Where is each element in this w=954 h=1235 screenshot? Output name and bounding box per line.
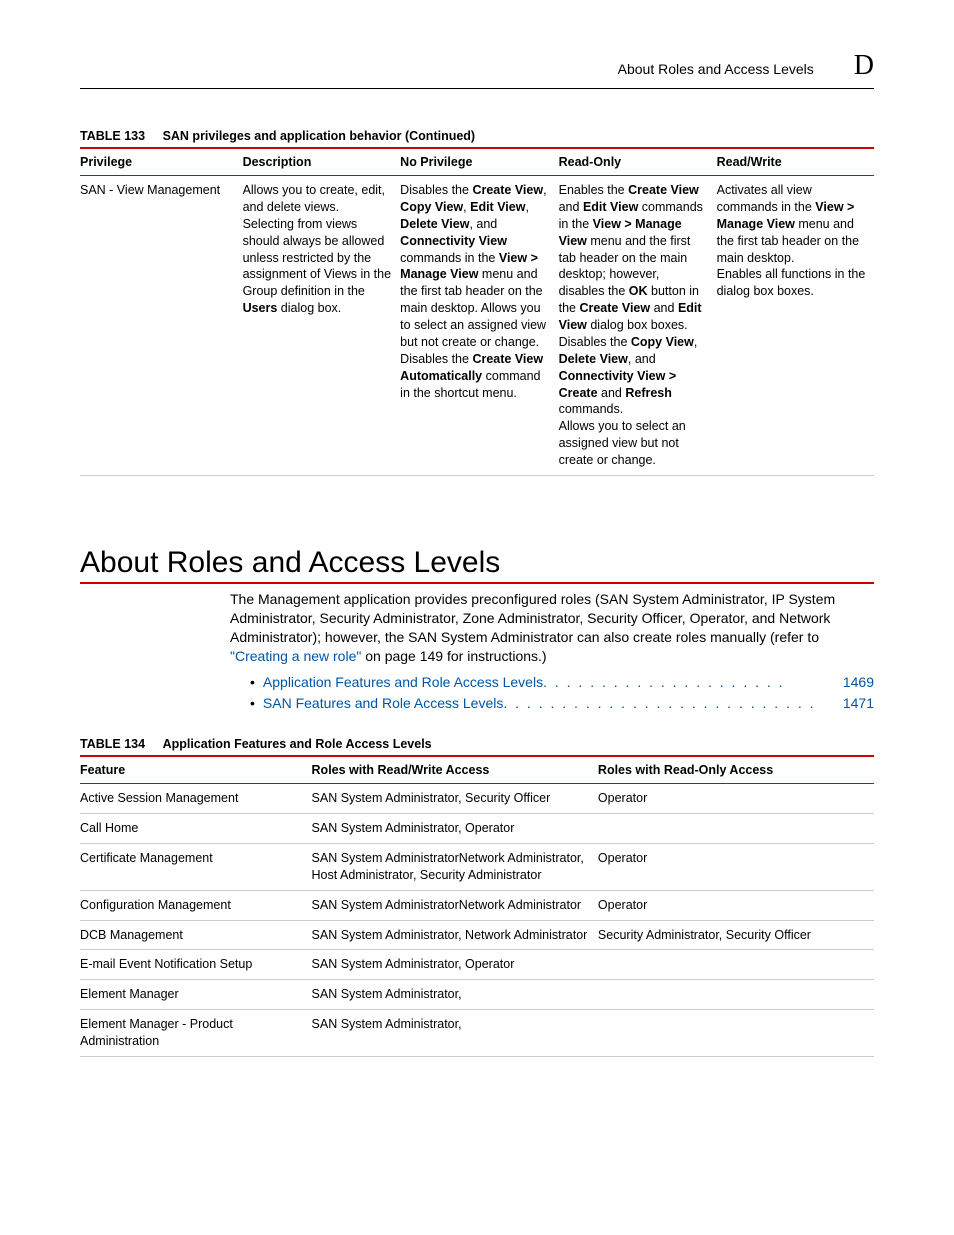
table133: Privilege Description No Privilege Read-… bbox=[80, 147, 874, 476]
toc-item: • SAN Features and Role Access Levels . … bbox=[250, 694, 874, 713]
cell-readonly: Enables the Create View and Edit View co… bbox=[559, 176, 717, 476]
table134-label: TABLE 134 bbox=[80, 737, 145, 751]
cell-rw: SAN System Administrator, Operator bbox=[312, 950, 598, 980]
th-noprivilege: No Privilege bbox=[400, 148, 558, 176]
header-chapter-letter: D bbox=[854, 50, 874, 82]
cell-rw: SAN System AdministratorNetwork Administ… bbox=[312, 843, 598, 890]
table-row: Active Session ManagementSAN System Admi… bbox=[80, 784, 874, 814]
cell-rw: SAN System Administrator, Operator bbox=[312, 814, 598, 844]
cell-feature: E-mail Event Notification Setup bbox=[80, 950, 312, 980]
cell-feature: Call Home bbox=[80, 814, 312, 844]
th-readonly: Read-Only bbox=[559, 148, 717, 176]
cell-ro: Operator bbox=[598, 784, 874, 814]
toc-page[interactable]: 1469 bbox=[824, 673, 874, 692]
cell-rw: SAN System Administrator, Security Offic… bbox=[312, 784, 598, 814]
section-heading: About Roles and Access Levels bbox=[80, 546, 874, 584]
th-privilege: Privilege bbox=[80, 148, 243, 176]
table134: Feature Roles with Read/Write Access Rol… bbox=[80, 755, 874, 1057]
th-readwrite: Read/Write bbox=[717, 148, 874, 176]
cell-readwrite: Activates all view commands in the View … bbox=[717, 176, 874, 476]
table-row: Element Manager - Product Administration… bbox=[80, 1010, 874, 1057]
cell-rw: SAN System Administrator, bbox=[312, 1010, 598, 1057]
cell-ro bbox=[598, 950, 874, 980]
bullet-icon: • bbox=[250, 673, 255, 692]
toc-page[interactable]: 1471 bbox=[824, 694, 874, 713]
table-row: DCB ManagementSAN System Administrator, … bbox=[80, 920, 874, 950]
cell-ro: Operator bbox=[598, 890, 874, 920]
link-creating-new-role[interactable]: "Creating a new role" bbox=[230, 648, 361, 664]
table134-title: Application Features and Role Access Lev… bbox=[163, 737, 432, 751]
cell-privilege: SAN - View Management bbox=[80, 176, 243, 476]
toc-link[interactable]: SAN Features and Role Access Levels bbox=[263, 694, 503, 713]
cell-ro bbox=[598, 814, 874, 844]
toc-link[interactable]: Application Features and Role Access Lev… bbox=[263, 673, 543, 692]
cell-noprivilege: Disables the Create View, Copy View, Edi… bbox=[400, 176, 558, 476]
table133-caption: TABLE 133 SAN privileges and application… bbox=[80, 129, 874, 143]
cell-ro bbox=[598, 980, 874, 1010]
table-row: Certificate ManagementSAN System Adminis… bbox=[80, 843, 874, 890]
cell-feature: Configuration Management bbox=[80, 890, 312, 920]
cell-ro bbox=[598, 1010, 874, 1057]
cell-rw: SAN System AdministratorNetwork Administ… bbox=[312, 890, 598, 920]
section-body: The Management application provides prec… bbox=[230, 590, 874, 713]
table-row: E-mail Event Notification SetupSAN Syste… bbox=[80, 950, 874, 980]
cell-ro: Operator bbox=[598, 843, 874, 890]
toc-item: • Application Features and Role Access L… bbox=[250, 673, 874, 692]
th-rw: Roles with Read/Write Access bbox=[312, 756, 598, 784]
table-row: Configuration ManagementSAN System Admin… bbox=[80, 890, 874, 920]
th-description: Description bbox=[243, 148, 401, 176]
table-row: Call HomeSAN System Administrator, Opera… bbox=[80, 814, 874, 844]
table133-title: SAN privileges and application behavior … bbox=[163, 129, 476, 143]
header-rule bbox=[80, 88, 874, 89]
cell-feature: Certificate Management bbox=[80, 843, 312, 890]
cell-ro: Security Administrator, Security Officer bbox=[598, 920, 874, 950]
cell-rw: SAN System Administrator, bbox=[312, 980, 598, 1010]
table133-label: TABLE 133 bbox=[80, 129, 145, 143]
cell-description: Allows you to create, edit, and delete v… bbox=[243, 176, 401, 476]
table-row: Element ManagerSAN System Administrator, bbox=[80, 980, 874, 1010]
header-title: About Roles and Access Levels bbox=[618, 61, 814, 77]
cell-rw: SAN System Administrator, Network Admini… bbox=[312, 920, 598, 950]
cell-feature: Element Manager bbox=[80, 980, 312, 1010]
cell-feature: DCB Management bbox=[80, 920, 312, 950]
toc-list: • Application Features and Role Access L… bbox=[250, 673, 874, 713]
table134-caption: TABLE 134 Application Features and Role … bbox=[80, 737, 874, 751]
th-ro: Roles with Read-Only Access bbox=[598, 756, 874, 784]
page-header: About Roles and Access Levels D bbox=[80, 50, 874, 82]
bullet-icon: • bbox=[250, 694, 255, 713]
cell-feature: Active Session Management bbox=[80, 784, 312, 814]
th-feature: Feature bbox=[80, 756, 312, 784]
cell-feature: Element Manager - Product Administration bbox=[80, 1010, 312, 1057]
table133-row: SAN - View Management Allows you to crea… bbox=[80, 176, 874, 476]
